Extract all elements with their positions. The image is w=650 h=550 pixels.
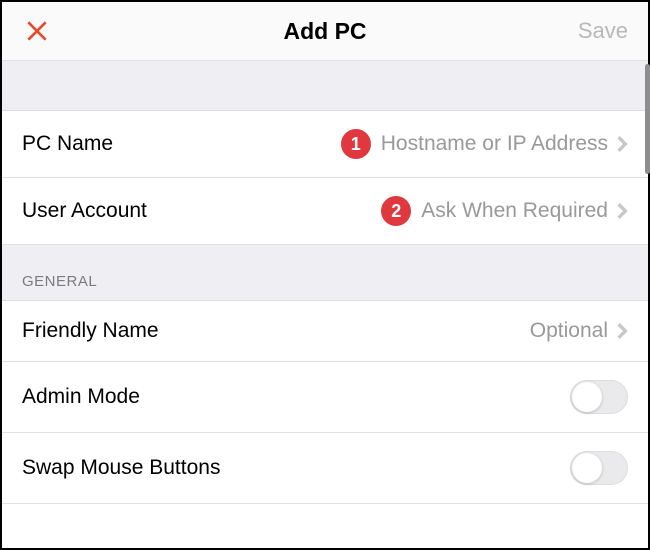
header-bar: Add PC Save — [2, 2, 648, 61]
chevron-right-icon — [616, 202, 628, 220]
admin-mode-toggle[interactable] — [570, 380, 628, 414]
chevron-right-icon — [616, 135, 628, 153]
user-account-label: User Account — [22, 199, 147, 223]
page-title: Add PC — [283, 18, 366, 45]
annotation-badge-2: 2 — [381, 196, 411, 226]
section-header-general: GENERAL — [2, 245, 648, 301]
user-account-value: Ask When Required — [421, 199, 608, 223]
scrollbar[interactable] — [645, 64, 650, 174]
row-pc-name[interactable]: PC Name 1 Hostname or IP Address — [2, 111, 648, 178]
admin-mode-label: Admin Mode — [22, 385, 140, 409]
swap-mouse-toggle[interactable] — [570, 451, 628, 485]
swap-mouse-label: Swap Mouse Buttons — [22, 456, 220, 480]
row-swap-mouse: Swap Mouse Buttons — [2, 433, 648, 504]
save-button[interactable]: Save — [578, 18, 628, 44]
row-user-account[interactable]: User Account 2 Ask When Required — [2, 178, 648, 245]
pc-name-value: Hostname or IP Address — [381, 132, 608, 156]
close-icon[interactable] — [22, 16, 52, 46]
row-friendly-name[interactable]: Friendly Name Optional — [2, 301, 648, 362]
spacer — [2, 61, 648, 111]
pc-name-label: PC Name — [22, 132, 113, 156]
chevron-right-icon — [616, 322, 628, 340]
row-admin-mode: Admin Mode — [2, 362, 648, 433]
annotation-badge-1: 1 — [341, 129, 371, 159]
friendly-name-label: Friendly Name — [22, 319, 159, 343]
friendly-name-value: Optional — [530, 319, 608, 343]
